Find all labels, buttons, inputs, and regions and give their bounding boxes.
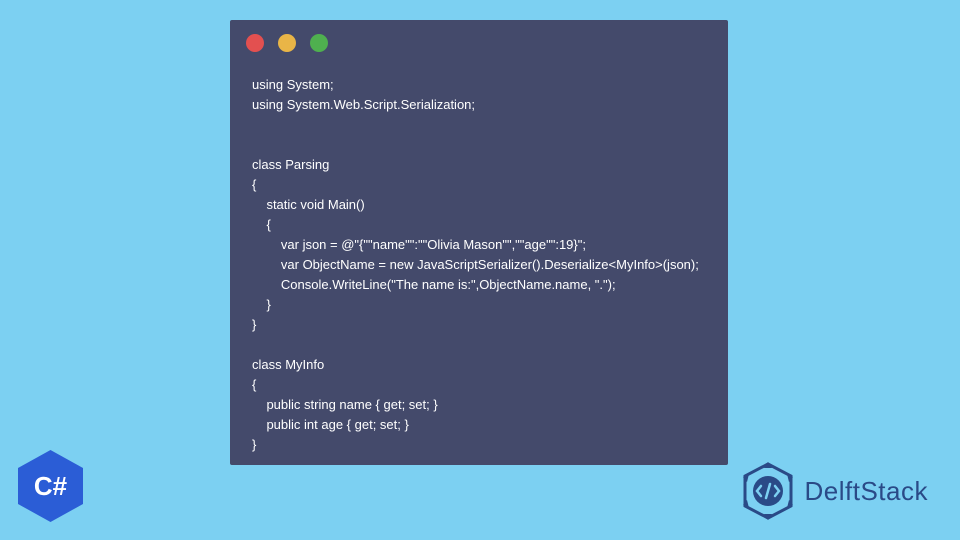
code-line: var ObjectName = new JavaScriptSerialize… bbox=[252, 257, 699, 272]
code-line: } bbox=[252, 317, 256, 332]
delftstack-brand-text: DelftStack bbox=[805, 476, 929, 507]
code-line: using System; bbox=[252, 77, 334, 92]
code-line: { bbox=[252, 217, 271, 232]
window-controls bbox=[246, 34, 328, 52]
code-line: { bbox=[252, 377, 256, 392]
code-line: } bbox=[252, 437, 256, 452]
code-line: { bbox=[252, 177, 256, 192]
code-line: public int age { get; set; } bbox=[252, 417, 409, 432]
code-line: var json = @"{""name"":""Olivia Mason"",… bbox=[252, 237, 586, 252]
code-line: class MyInfo bbox=[252, 357, 324, 372]
csharp-hexagon-icon: C# bbox=[18, 450, 83, 522]
minimize-icon[interactable] bbox=[278, 34, 296, 52]
delftstack-logo: DelftStack bbox=[739, 462, 929, 520]
maximize-icon[interactable] bbox=[310, 34, 328, 52]
close-icon[interactable] bbox=[246, 34, 264, 52]
code-line: using System.Web.Script.Serialization; bbox=[252, 97, 475, 112]
csharp-label: C# bbox=[34, 471, 67, 502]
code-content: using System; using System.Web.Script.Se… bbox=[252, 75, 699, 455]
code-line: public string name { get; set; } bbox=[252, 397, 438, 412]
code-line: static void Main() bbox=[252, 197, 365, 212]
code-window: using System; using System.Web.Script.Se… bbox=[230, 20, 728, 465]
delftstack-emblem-icon bbox=[739, 462, 797, 520]
csharp-badge: C# bbox=[18, 450, 83, 522]
code-line: } bbox=[252, 297, 271, 312]
code-line: Console.WriteLine("The name is:",ObjectN… bbox=[252, 277, 616, 292]
code-line: class Parsing bbox=[252, 157, 329, 172]
